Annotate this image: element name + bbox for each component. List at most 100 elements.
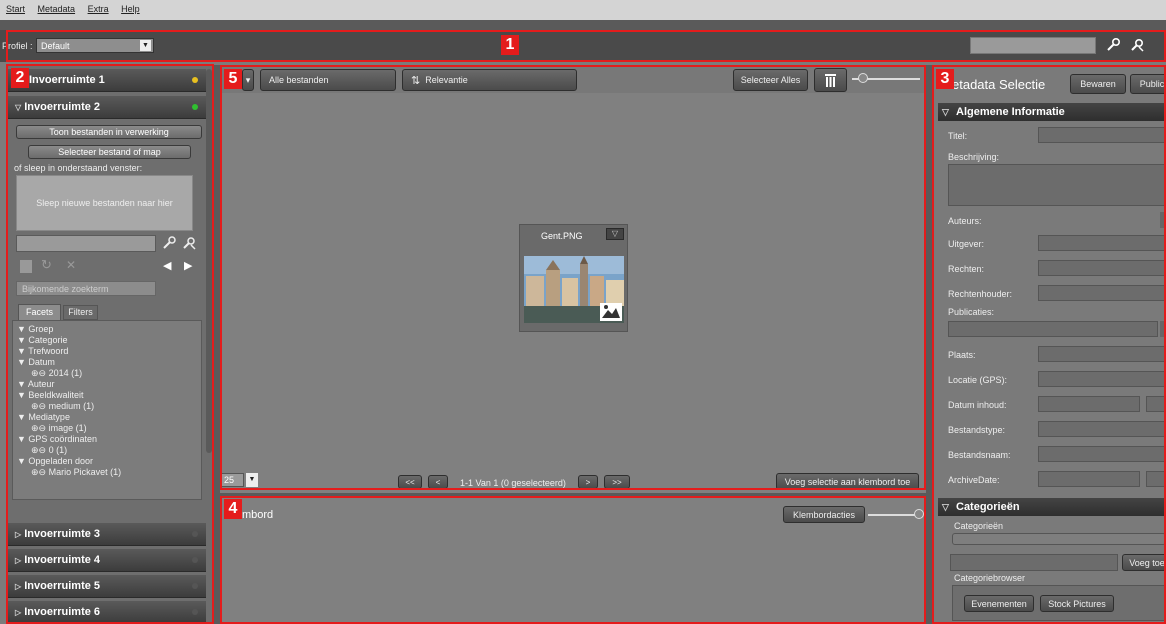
- label-categoriebrowser: Categoriebrowser: [954, 573, 1026, 583]
- add-category-button[interactable]: Voeg toe: [1122, 554, 1166, 571]
- menu-start[interactable]: Start: [0, 0, 29, 14]
- facet-auteur[interactable]: ▼ Auteur: [17, 379, 54, 389]
- profile-select[interactable]: Default ▼: [36, 38, 154, 53]
- zoom-slider-knob[interactable]: [858, 73, 868, 83]
- chevron-down-icon[interactable]: ▼: [246, 473, 258, 487]
- accordion-invoerruimte-6[interactable]: ▷ Invoerruimte 6: [8, 601, 206, 624]
- clipboard-slider-track[interactable]: [868, 514, 920, 516]
- accordion-invoerruimte-2[interactable]: ▽ Invoerruimte 2: [8, 96, 206, 119]
- label-auteurs: Auteurs:: [948, 216, 982, 226]
- input-bestandsnaam[interactable]: [1038, 446, 1166, 462]
- input-bestandstype[interactable]: [1038, 421, 1166, 437]
- facet-trefwoord[interactable]: ▼ Trefwoord: [17, 346, 68, 356]
- prev-arrow-icon[interactable]: ◀: [163, 259, 171, 272]
- calendar-icon[interactable]: [1146, 471, 1166, 487]
- input-archivedate[interactable]: [1038, 471, 1140, 487]
- refresh-icon[interactable]: ↻: [41, 257, 52, 273]
- add-to-clipboard-button[interactable]: Voeg selectie aan klembord toe: [776, 473, 919, 490]
- menu-help[interactable]: Help: [115, 0, 144, 14]
- facet-categorie[interactable]: ▼ Categorie: [17, 335, 67, 345]
- thumbnail-card[interactable]: Gent.PNG ▽: [519, 224, 628, 332]
- search-icon[interactable]: [1106, 38, 1120, 52]
- section-categories[interactable]: ▽ Categorieën: [938, 498, 1166, 516]
- view-dropdown-button[interactable]: ▾: [242, 69, 254, 91]
- input-rechten[interactable]: [1038, 260, 1166, 276]
- facet-value-2014[interactable]: ⊕⊖ 2014 (1): [31, 368, 82, 379]
- save-button[interactable]: Bewaren: [1070, 74, 1126, 94]
- accordion-invoerruimte-4[interactable]: ▷ Invoerruimte 4: [8, 549, 206, 572]
- save-icon[interactable]: [20, 260, 32, 273]
- input-plaats[interactable]: [1038, 346, 1166, 362]
- profile-value: Default: [41, 41, 70, 51]
- scrollbar[interactable]: [206, 69, 212, 453]
- annotation-badge-5: 5: [224, 69, 242, 89]
- facet-value-gps[interactable]: ⊕⊖ 0 (1): [31, 445, 67, 456]
- publish-button[interactable]: Public: [1130, 74, 1166, 94]
- accordion-invoerruimte-5[interactable]: ▷ Invoerruimte 5: [8, 575, 206, 598]
- page-size-select[interactable]: 25: [220, 473, 244, 487]
- category-input[interactable]: [950, 554, 1118, 571]
- tab-facets[interactable]: Facets: [18, 304, 61, 320]
- close-icon[interactable]: ✕: [66, 258, 76, 272]
- clipboard-slider-knob[interactable]: [914, 509, 924, 519]
- accordion-label: Invoerruimte 4: [24, 554, 101, 566]
- auteurs-button[interactable]: [1160, 212, 1166, 228]
- tab-filters[interactable]: Filters: [63, 305, 98, 320]
- advanced-search-icon[interactable]: [182, 236, 196, 250]
- facet-mediatype[interactable]: ▼ Mediatype: [17, 412, 70, 422]
- search-icon[interactable]: [162, 236, 176, 250]
- input-publicaties[interactable]: [948, 321, 1158, 337]
- facet-opgeladen-door[interactable]: ▼ Opgeladen door: [17, 456, 93, 466]
- status-dot: [192, 609, 198, 615]
- calendar-icon[interactable]: [1146, 396, 1166, 412]
- input-rechtenhouder[interactable]: [1038, 285, 1166, 301]
- input-titel[interactable]: [1038, 127, 1166, 143]
- splitter-center[interactable]: [220, 493, 926, 497]
- status-dot: [192, 583, 198, 589]
- facet-value-medium[interactable]: ⊕⊖ medium (1): [31, 401, 94, 412]
- select-file-button[interactable]: Selecteer bestand of map: [28, 145, 191, 159]
- delete-button[interactable]: [814, 68, 847, 92]
- file-filter-dropdown[interactable]: Alle bestanden: [260, 69, 396, 91]
- facet-gps[interactable]: ▼ GPS coördinaten: [17, 434, 97, 444]
- facet-datum[interactable]: ▼ Datum: [17, 357, 55, 367]
- advanced-search-icon[interactable]: [1130, 38, 1144, 52]
- clipboard-actions-button[interactable]: Klembordacties: [783, 506, 865, 523]
- collapse-icon: ▽: [942, 107, 949, 117]
- input-uitgever[interactable]: [1038, 235, 1166, 251]
- first-page-button[interactable]: <<: [398, 475, 422, 489]
- facet-groep[interactable]: ▼ Groep: [17, 324, 53, 334]
- facet-value-image[interactable]: ⊕⊖ image (1): [31, 423, 87, 434]
- accordion-invoerruimte-1[interactable]: Invoerruimte 1: [8, 69, 206, 92]
- facet-value-uploader[interactable]: ⊕⊖ Mario Pickavet (1): [31, 467, 121, 478]
- publicaties-button[interactable]: [1160, 321, 1166, 337]
- prev-page-button[interactable]: <: [428, 475, 448, 489]
- extra-term-input[interactable]: Bijkomende zoekterm: [16, 281, 156, 296]
- input-datum-inhoud[interactable]: [1038, 396, 1140, 412]
- thumbnail-menu-button[interactable]: ▽: [606, 228, 624, 240]
- sort-label: Relevantie: [425, 75, 468, 85]
- section-general-info[interactable]: ▽ Algemene Informatie: [938, 103, 1166, 121]
- menu-metadata[interactable]: Metadata: [32, 0, 80, 14]
- next-arrow-icon[interactable]: ▶: [184, 259, 192, 272]
- input-locatie[interactable]: [1038, 371, 1166, 387]
- categories-list[interactable]: [952, 533, 1166, 545]
- next-page-button[interactable]: >: [578, 475, 598, 489]
- annotation-badge-2: 2: [11, 68, 29, 88]
- global-search-input[interactable]: [970, 37, 1096, 54]
- facet-beeldkwaliteit[interactable]: ▼ Beeldkwaliteit: [17, 390, 83, 400]
- show-processing-button[interactable]: Toon bestanden in verwerking: [16, 125, 202, 139]
- input-beschrijving[interactable]: [948, 164, 1166, 206]
- left-search-input[interactable]: [16, 235, 156, 252]
- drop-zone[interactable]: Sleep nieuwe bestanden naar hier: [16, 175, 193, 231]
- category-evenementen[interactable]: Evenementen: [964, 595, 1034, 612]
- select-all-button[interactable]: Selecteer Alles: [733, 69, 808, 91]
- splitter-right[interactable]: [926, 65, 932, 624]
- last-page-button[interactable]: >>: [604, 475, 630, 489]
- category-stock-pictures[interactable]: Stock Pictures: [1040, 595, 1114, 612]
- label-uitgever: Uitgever:: [948, 239, 985, 249]
- accordion-invoerruimte-3[interactable]: ▷ Invoerruimte 3: [8, 523, 206, 546]
- label-plaats: Plaats:: [948, 350, 976, 360]
- sort-dropdown[interactable]: ⇅ Relevantie: [402, 69, 577, 91]
- menu-extra[interactable]: Extra: [82, 0, 113, 14]
